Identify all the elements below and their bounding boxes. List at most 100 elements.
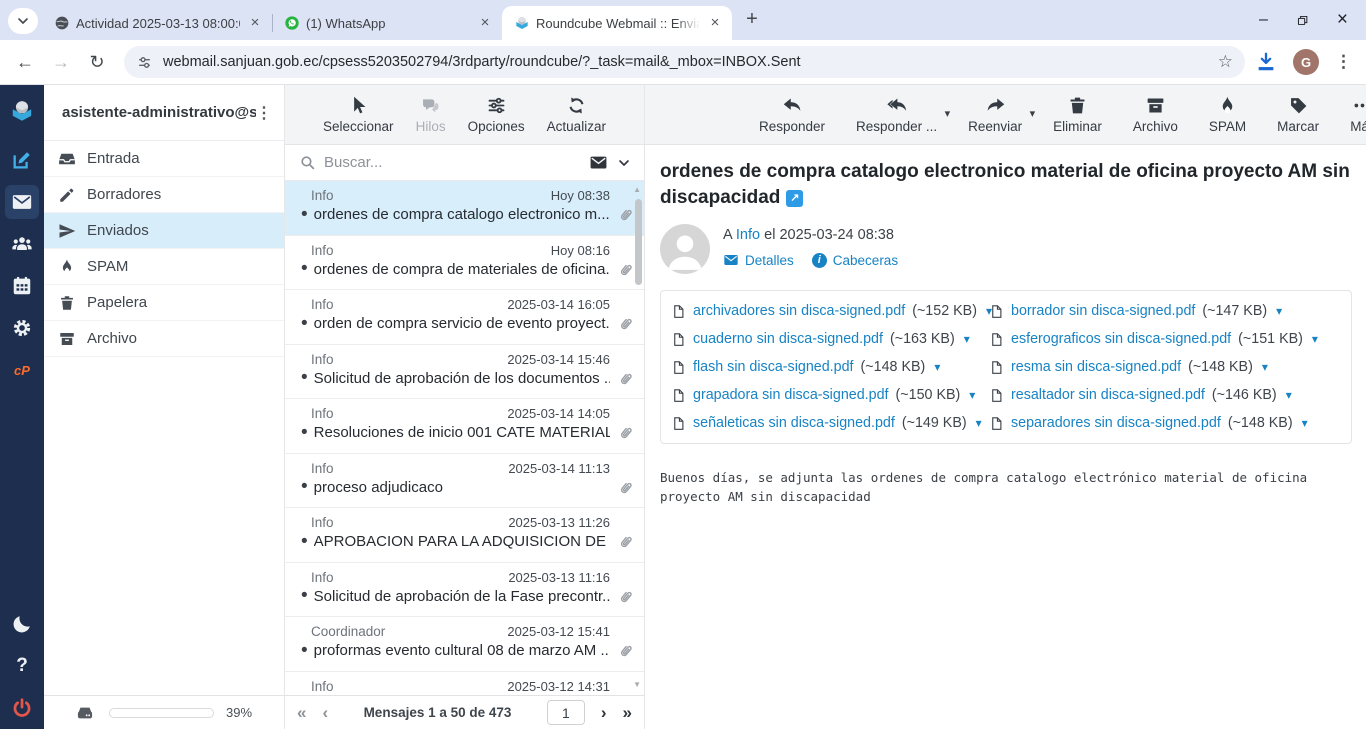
list-toolbar-button[interactable]: Hilos [414,95,448,134]
attachment-item[interactable]: esferograficos sin disca-signed.pdf (~15… [989,325,1341,353]
attachment-menu-caret-icon[interactable]: ▾ [964,332,970,346]
message-row[interactable]: Info Hoy 08:38 • ordenes de compra catal… [285,181,644,236]
viewer-toolbar-button[interactable]: Responder ... ▾ [854,95,939,134]
calendar-nav-button[interactable] [5,269,39,303]
attachment-item[interactable]: resma sin disca-signed.pdf (~148 KB) ▾ [989,353,1341,381]
contacts-nav-button[interactable] [5,227,39,261]
scroll-up-icon[interactable]: ▲ [633,185,641,194]
message-row[interactable]: Info 2025-03-14 14:05 • Resoluciones de … [285,399,644,454]
attachment-link[interactable]: señaleticas sin disca-signed.pdf [693,415,895,431]
url-text[interactable]: webmail.sanjuan.gob.ec/cpsess5203502794/… [163,54,1210,70]
folder-item[interactable]: Enviados [44,213,284,249]
viewer-toolbar-button[interactable]: Eliminar ▾ [1051,95,1104,134]
message-row[interactable]: Info 2025-03-12 14:31 • [285,672,644,696]
minimize-button[interactable]: – [1259,11,1268,29]
attachment-link[interactable]: flash sin disca-signed.pdf [693,359,854,375]
message-row[interactable]: Info Hoy 08:16 • ordenes de compra de ma… [285,236,644,291]
message-row[interactable]: Info 2025-03-14 11:13 • proceso adjudica… [285,454,644,509]
message-row[interactable]: Info 2025-03-14 15:46 • Solicitud de apr… [285,345,644,400]
attachment-link[interactable]: cuaderno sin disca-signed.pdf [693,331,883,347]
folder-item[interactable]: Papelera [44,285,284,321]
attachment-item[interactable]: separadores sin disca-signed.pdf (~148 K… [989,409,1341,437]
list-toolbar-button[interactable]: Seleccionar [321,95,396,134]
search-options-chevron-icon[interactable] [616,155,632,171]
prev-page-button[interactable]: ‹ [322,703,328,723]
list-toolbar-button[interactable]: Opciones [466,95,527,134]
viewer-toolbar-button[interactable]: Responder ▾ [757,95,827,134]
account-header[interactable]: asistente-administrativo@sa... ⋮ [44,85,284,141]
settings-nav-button[interactable] [5,311,39,345]
tab-close-icon[interactable]: × [476,14,494,32]
attachment-link[interactable]: grapadora sin disca-signed.pdf [693,387,889,403]
list-toolbar-button[interactable]: Actualizar [545,95,608,134]
attachment-menu-caret-icon[interactable]: ▾ [1302,416,1308,430]
bookmark-star-icon[interactable]: ☆ [1218,52,1233,72]
browser-tab[interactable]: (1) WhatsApp × [272,6,502,40]
viewer-toolbar-button[interactable]: Reenviar ▾ [966,95,1024,134]
attachment-menu-caret-icon[interactable]: ▾ [1276,304,1282,318]
restore-button[interactable] [1296,14,1309,27]
page-number-input[interactable] [547,700,585,725]
details-link[interactable]: Detalles [723,252,794,268]
viewer-toolbar-button[interactable]: Marcar ▾ [1275,95,1321,134]
logout-button[interactable] [5,691,39,725]
viewer-toolbar-button[interactable]: SPAM ▾ [1207,95,1248,134]
close-window-button[interactable]: × [1337,9,1348,31]
attachment-menu-caret-icon[interactable]: ▾ [969,388,975,402]
folder-item[interactable]: Archivo [44,321,284,357]
search-scope-envelope-icon[interactable] [589,153,608,172]
dark-mode-button[interactable] [5,607,39,641]
site-settings-icon[interactable] [136,54,153,71]
compose-button[interactable] [5,143,39,177]
headers-link[interactable]: iCabeceras [812,253,898,268]
mail-nav-button[interactable] [5,185,39,219]
attachment-link[interactable]: borrador sin disca-signed.pdf [1011,303,1195,319]
attachment-item[interactable]: cuaderno sin disca-signed.pdf (~163 KB) … [671,325,989,353]
folder-item[interactable]: SPAM [44,249,284,285]
attachment-menu-caret-icon[interactable]: ▾ [1312,332,1318,346]
first-page-button[interactable]: « [297,703,306,723]
profile-avatar[interactable]: G [1293,49,1319,75]
message-row[interactable]: Info 2025-03-13 11:26 • APROBACION PARA … [285,508,644,563]
folder-item[interactable]: Entrada [44,141,284,177]
cpanel-button[interactable]: cP [5,353,39,387]
attachment-link[interactable]: archivadores sin disca-signed.pdf [693,303,905,319]
attachment-item[interactable]: señaleticas sin disca-signed.pdf (~149 K… [671,409,989,437]
dropdown-caret-icon[interactable]: ▾ [945,107,951,120]
message-row[interactable]: Info 2025-03-14 16:05 • orden de compra … [285,290,644,345]
tab-close-icon[interactable]: × [246,14,264,32]
tab-search-button[interactable] [8,8,38,34]
scroll-down-icon[interactable]: ▼ [633,680,641,689]
attachment-item[interactable]: flash sin disca-signed.pdf (~148 KB) ▾ [671,353,989,381]
open-in-new-window-icon[interactable]: ↗ [786,190,803,207]
browser-tab[interactable]: Roundcube Webmail :: Enviados × [502,6,732,40]
tab-close-icon[interactable]: × [706,14,724,32]
attachment-link[interactable]: esferograficos sin disca-signed.pdf [1011,331,1231,347]
viewer-toolbar-button[interactable]: Archivo ▾ [1131,95,1180,134]
search-input[interactable] [324,154,581,171]
recipient-link[interactable]: Info [736,227,760,243]
dropdown-caret-icon[interactable]: ▾ [1030,107,1036,120]
browser-tab[interactable]: Actividad 2025-03-13 08:00:00 × [42,6,272,40]
downloads-button[interactable] [1255,51,1277,73]
browser-menu-icon[interactable]: ⋮ [1335,52,1352,72]
viewer-toolbar-button[interactable]: Más ▾ [1348,95,1366,134]
reload-button[interactable]: ↻ [82,52,112,73]
folder-item[interactable]: Borradores [44,177,284,213]
attachment-menu-caret-icon[interactable]: ▾ [934,360,940,374]
attachment-link[interactable]: resma sin disca-signed.pdf [1011,359,1181,375]
next-page-button[interactable]: › [601,703,607,723]
attachment-menu-caret-icon[interactable]: ▾ [1286,388,1292,402]
attachment-item[interactable]: resaltador sin disca-signed.pdf (~146 KB… [989,381,1341,409]
attachment-link[interactable]: separadores sin disca-signed.pdf [1011,415,1221,431]
message-row[interactable]: Info 2025-03-13 11:16 • Solicitud de apr… [285,563,644,618]
search-bar[interactable] [285,145,644,181]
address-bar[interactable]: webmail.sanjuan.gob.ec/cpsess5203502794/… [124,46,1245,78]
attachment-menu-caret-icon[interactable]: ▾ [1262,360,1268,374]
new-tab-button[interactable]: + [740,8,764,31]
scrollbar-thumb[interactable] [635,199,642,285]
attachment-item[interactable]: grapadora sin disca-signed.pdf (~150 KB)… [671,381,989,409]
back-button[interactable]: ← [10,52,40,73]
attachment-item[interactable]: archivadores sin disca-signed.pdf (~152 … [671,297,989,325]
attachment-menu-caret-icon[interactable]: ▾ [976,416,982,430]
